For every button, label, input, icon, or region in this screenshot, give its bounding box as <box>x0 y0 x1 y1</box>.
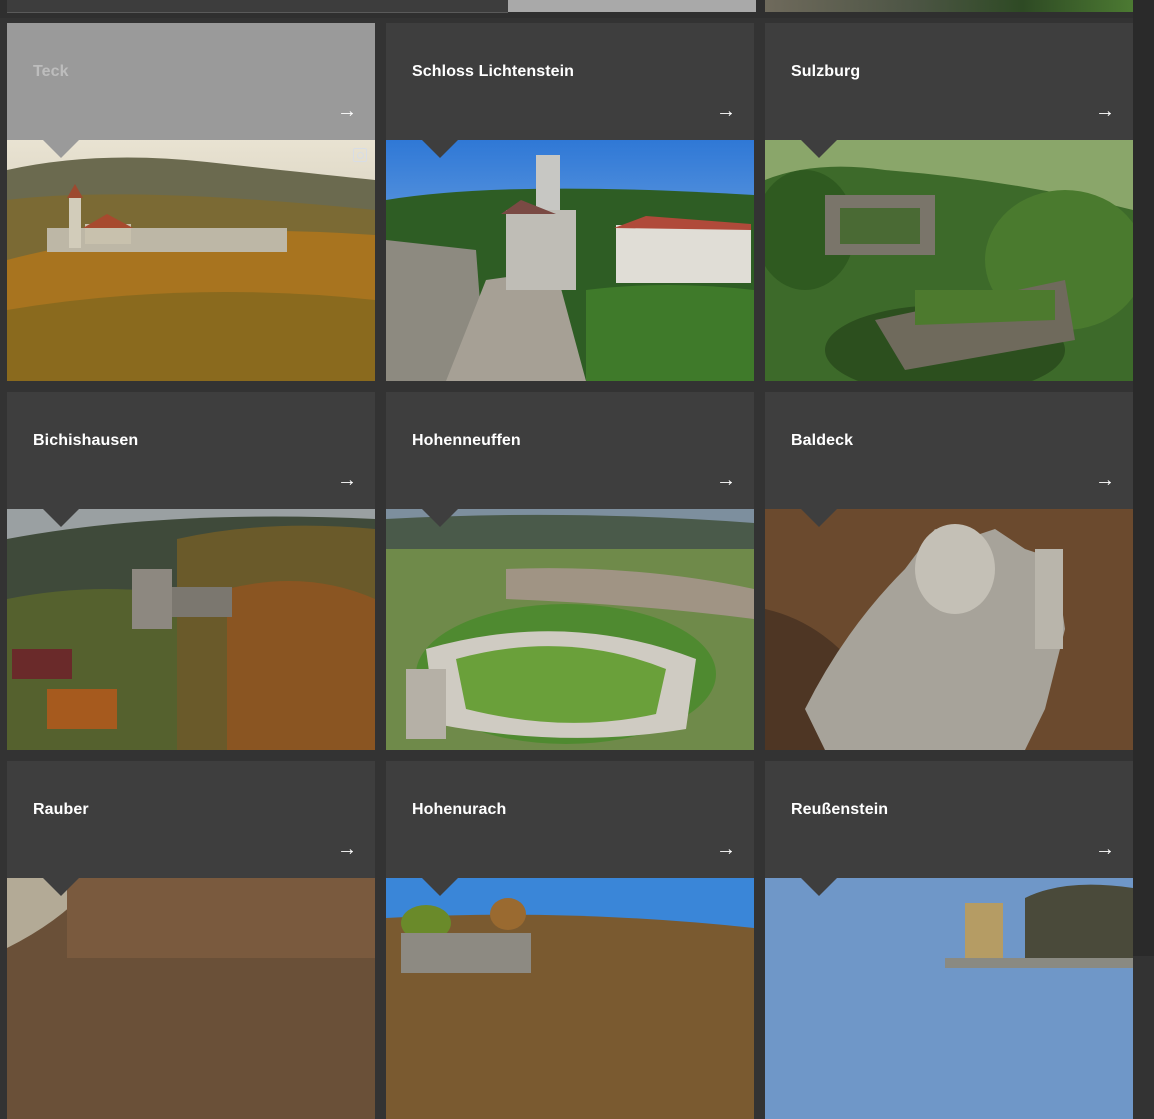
filter-tab-middle[interactable] <box>508 0 756 12</box>
tile-hohenurach[interactable]: Hohenurach → <box>386 761 754 1119</box>
tile-image[interactable] <box>386 140 754 381</box>
tile-title: Sulzburg <box>791 63 861 80</box>
pointer-notch <box>422 878 458 896</box>
tile-title: Reußenstein <box>791 801 889 818</box>
arrow-right-icon[interactable]: → <box>337 470 357 490</box>
arrow-right-icon[interactable]: → <box>1095 101 1115 121</box>
tile-title: Teck <box>33 63 69 80</box>
tile-header: Bichishausen → <box>7 392 375 509</box>
tile-header: Schloss Lichtenstein → <box>386 23 754 140</box>
tile-schloss-lichtenstein[interactable]: Schloss Lichtenstein → <box>386 23 754 381</box>
pointer-notch <box>801 509 837 527</box>
tile-title: Hohenurach <box>412 801 507 818</box>
tile-title: Bichishausen <box>33 432 139 449</box>
tile-bichishausen[interactable]: Bichishausen → <box>7 392 375 750</box>
arrow-right-icon[interactable]: → <box>716 101 736 121</box>
tile-hohenneuffen[interactable]: Hohenneuffen → <box>386 392 754 750</box>
pointer-notch <box>801 878 837 896</box>
tile-header: Rauber → <box>7 761 375 878</box>
pointer-notch <box>43 509 79 527</box>
arrow-right-icon[interactable]: → <box>716 839 736 859</box>
arrow-right-icon[interactable]: → <box>1095 470 1115 490</box>
expand-icon[interactable] <box>353 148 367 162</box>
tile-rauber[interactable]: Rauber → <box>7 761 375 1119</box>
arrow-right-icon[interactable]: → <box>716 470 736 490</box>
arrow-right-icon[interactable]: → <box>337 101 357 121</box>
pointer-notch <box>422 140 458 158</box>
tile-image[interactable] <box>386 509 754 750</box>
tile-header: Reußenstein → <box>765 761 1133 878</box>
pointer-notch <box>43 878 79 896</box>
tile-header: Sulzburg → <box>765 23 1133 140</box>
tile-reussenstein[interactable]: Reußenstein → <box>765 761 1133 1119</box>
top-filter-bar <box>0 0 1154 18</box>
page-scrollbar[interactable] <box>1133 0 1154 956</box>
tile-image[interactable] <box>765 878 1133 1119</box>
tile-image[interactable] <box>7 140 375 381</box>
pointer-notch <box>43 140 79 158</box>
tile-teck[interactable]: Teck → <box>7 23 375 381</box>
filter-tab-left[interactable] <box>7 0 508 13</box>
tile-image[interactable] <box>765 509 1133 750</box>
tile-title: Schloss Lichtenstein <box>412 63 575 80</box>
pointer-notch <box>422 509 458 527</box>
tile-header: Hohenurach → <box>386 761 754 878</box>
tile-baldeck[interactable]: Baldeck → <box>765 392 1133 750</box>
tile-header: Teck → <box>7 23 375 140</box>
arrow-right-icon[interactable]: → <box>337 839 357 859</box>
partial-tile-image <box>765 0 1133 12</box>
tile-header: Hohenneuffen → <box>386 392 754 509</box>
tile-title: Baldeck <box>791 432 854 449</box>
tile-title: Rauber <box>33 801 89 818</box>
tile-image[interactable] <box>765 140 1133 381</box>
tile-image[interactable] <box>7 878 375 1119</box>
pointer-notch <box>801 140 837 158</box>
tile-sulzburg[interactable]: Sulzburg → <box>765 23 1133 381</box>
tile-image[interactable] <box>7 509 375 750</box>
arrow-right-icon[interactable]: → <box>1095 839 1115 859</box>
tile-header: Baldeck → <box>765 392 1133 509</box>
tile-image[interactable] <box>386 878 754 1119</box>
tile-title: Hohenneuffen <box>412 432 521 449</box>
